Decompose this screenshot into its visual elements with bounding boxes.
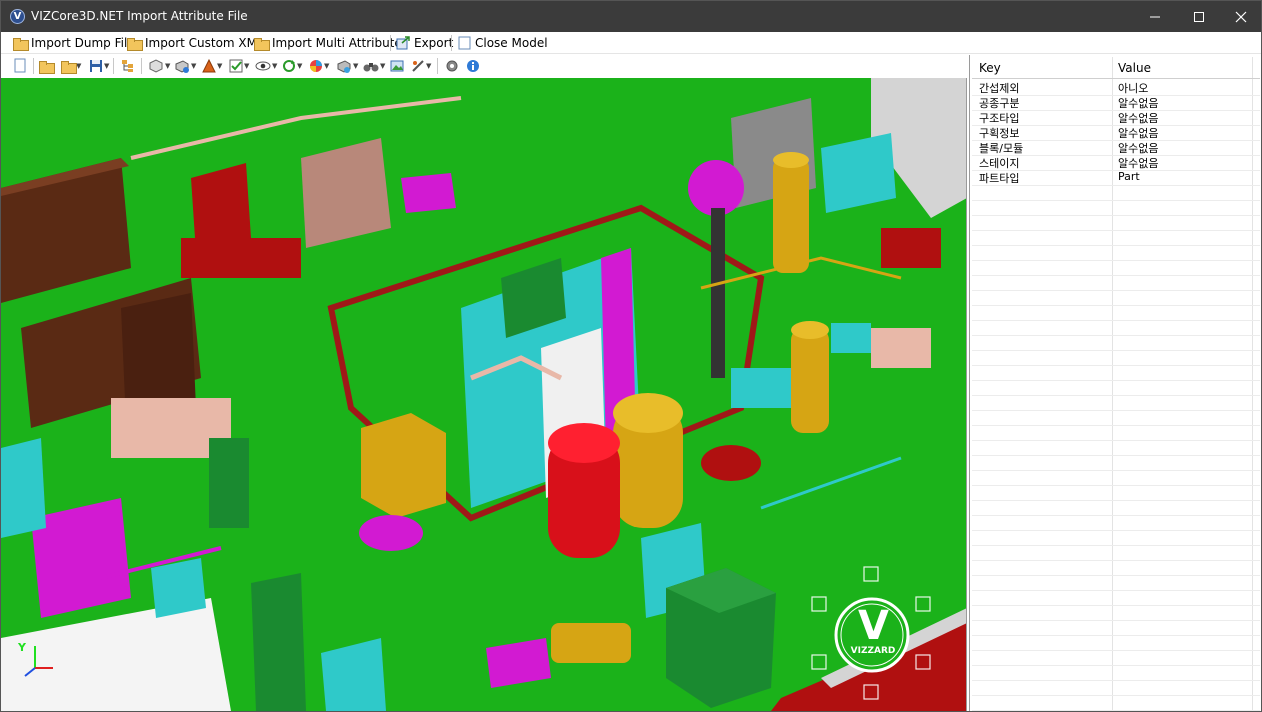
rotate-icon [283,60,295,72]
attribute-panel: Key Value 간섭제외 아니오 공종구분 알수없음 구조타입 알수없음 구획정보… [969,55,1261,711]
measure-button[interactable]: ▼ [411,58,431,74]
app-logo-icon: V [10,9,25,24]
maximize-icon [1194,11,1204,22]
check-icon [229,59,243,73]
image-button[interactable] [390,58,404,74]
info-icon [467,60,479,72]
grid-header: Key Value [972,57,1260,79]
save-button[interactable]: ▼ [89,58,109,74]
3d-viewport[interactable]: V VIZZARD Y [1,78,967,711]
title-bar[interactable]: V VIZCore3D.NET Import Attribute File [1,1,1261,32]
export-icon [396,36,410,50]
minimize-button[interactable] [1132,1,1178,32]
new-icon [14,58,26,73]
tree-icon [122,60,133,72]
render-mode-button[interactable]: ▼ [309,58,329,74]
close-icon [1235,11,1247,22]
menu-label: Import Multi Attribute [272,36,402,50]
view-button[interactable]: ▼ [174,58,196,74]
settings-button[interactable] [445,58,459,74]
view-icon [175,60,189,73]
maximize-button[interactable] [1176,1,1222,32]
menu-label: Import Custom XML [145,36,264,50]
minimize-icon [1150,16,1160,17]
toolbar-separator [141,58,142,74]
table-row[interactable]: 구조타입 알수없음 [972,109,1260,125]
open-icon [39,60,55,74]
key-column-header[interactable]: Key [979,61,1001,75]
document-icon [458,36,471,50]
table-row[interactable]: 스테이지 알수없음 [972,154,1260,170]
eye-icon [255,61,271,71]
menu-label: Import Dump File [31,36,135,50]
open-recent-button[interactable]: ▼ [61,58,81,74]
camera-icon [337,60,351,73]
folder-open-icon [13,37,29,51]
camera-button[interactable]: ▼ [336,58,358,74]
toolbar-separator [437,58,438,74]
menu-label: Export [414,36,454,50]
menu-bar: Import Dump File Import Custom XML Impor… [1,32,1261,54]
axis-y-label: Y [18,641,26,654]
table-row[interactable]: 구획정보 알수없음 [972,124,1260,140]
menu-separator [390,35,391,51]
import-custom-xml-button[interactable]: Import Custom XML [127,34,264,52]
open-recent-icon [61,60,77,74]
view-toolbar: ▼ ▼ ▼ ▼ ▼ ▼ ▼ ▼ ▼ ▼ ▼ ▼ [1,55,969,77]
menu-separator [451,35,452,51]
close-model-button[interactable]: Close Model [458,34,548,52]
export-button[interactable]: Export [396,34,453,52]
select-box-button[interactable]: ▼ [148,58,170,74]
folder-open-icon [127,37,143,51]
attribute-value: Part [1118,170,1140,183]
menu-label: Close Model [475,36,548,50]
table-row[interactable]: 공종구분 알수없음 [972,94,1260,110]
toolbar-separator [113,58,114,74]
color-icon [202,59,216,73]
measure-icon [412,60,424,72]
image-icon [390,60,404,72]
app-window: V VIZCore3D.NET Import Attribute File Im… [0,0,1262,712]
vizzard-logo-text: VIZZARD [850,646,896,656]
open-button[interactable] [39,58,55,74]
attribute-rows: 간섭제외 아니오 공종구분 알수없음 구조타입 알수없음 구획정보 알수없음 블록/모듈… [972,79,1260,185]
table-row[interactable]: 파트타입 Part [972,169,1260,185]
import-dump-file-button[interactable]: Import Dump File [13,34,135,52]
model-tree-button[interactable] [121,58,135,74]
close-window-button[interactable] [1218,1,1262,32]
import-multi-attribute-button[interactable]: Import Multi Attribute [254,34,402,52]
attribute-key: 파트타입 [979,172,1020,185]
attribute-grid[interactable]: Key Value 간섭제외 아니오 공종구분 알수없음 구조타입 알수없음 구획정보… [972,57,1260,711]
new-button[interactable] [13,58,27,74]
info-button[interactable] [466,58,480,74]
settings-icon [446,60,458,72]
value-column-header[interactable]: Value [1118,61,1151,75]
binoculars-button[interactable]: ▼ [363,58,385,74]
rotate-button[interactable]: ▼ [282,58,302,74]
folder-open-icon [254,37,270,51]
color-button[interactable]: ▼ [202,58,222,74]
vizzard-logo-letter: V [858,603,889,649]
visibility-button[interactable]: ▼ [255,58,277,74]
save-icon [90,60,102,72]
check-button[interactable]: ▼ [229,58,249,74]
table-row[interactable]: 블록/모듈 알수없음 [972,139,1260,155]
window-title: VIZCore3D.NET Import Attribute File [31,9,248,23]
table-row[interactable]: 간섭제외 아니오 [972,79,1260,95]
render-mode-icon [310,60,322,72]
select-box-icon [149,59,163,73]
toolbar-separator [33,58,34,74]
binoculars-icon [363,63,379,72]
